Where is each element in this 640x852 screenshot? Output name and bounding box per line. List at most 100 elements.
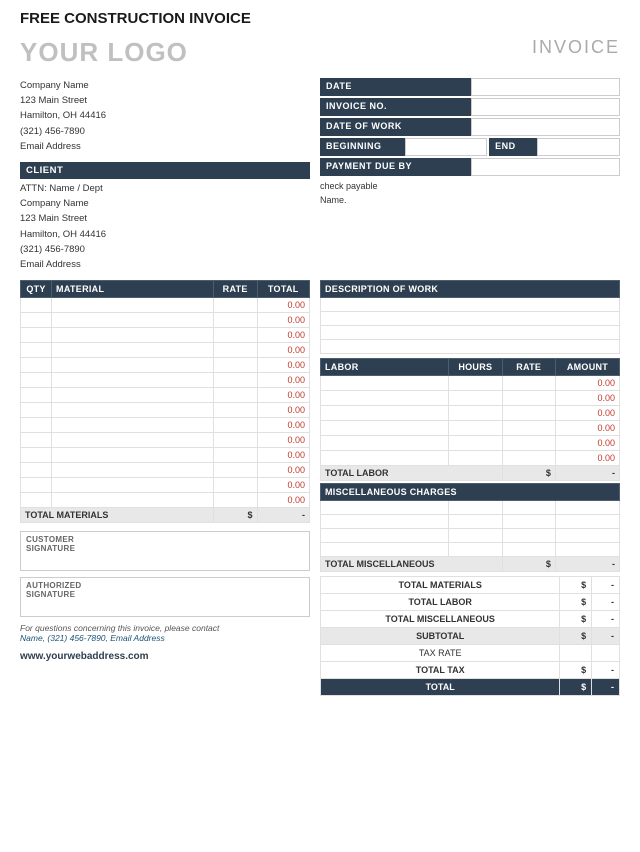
summary-row-totaltax: TOTAL TAX $ - <box>321 662 620 679</box>
labor-total-row: TOTAL LABOR $ - <box>321 466 620 481</box>
company-name: Company Name <box>20 78 310 93</box>
misc-total-row: TOTAL MISCELLANEOUS $ - <box>321 557 620 572</box>
footer-contact: Name, (321) 456-7890, Email Address <box>20 633 165 643</box>
table-row[interactable]: 0.00 <box>21 358 310 373</box>
materials-table: QTY MATERIAL RATE TOTAL 0.00 0.00 0.00 0… <box>20 280 310 523</box>
summary-row-subtotal: SUBTOTAL $ - <box>321 628 620 645</box>
table-row[interactable]: 0.00 <box>21 328 310 343</box>
payment-due-label: PAYMENT DUE BY <box>320 158 471 176</box>
company-address: Company Name 123 Main Street Hamilton, O… <box>20 78 310 154</box>
authorized-sig-label: AUTHORIZED <box>26 581 304 590</box>
client-email: Email Address <box>20 257 310 272</box>
table-row[interactable]: 0.00 <box>21 478 310 493</box>
rate-header: RATE <box>213 281 257 298</box>
table-row[interactable] <box>321 543 620 557</box>
beginning-value[interactable] <box>405 138 488 156</box>
client-city: Hamilton, OH 44416 <box>20 227 310 242</box>
customer-sig-label: CUSTOMER <box>26 535 304 544</box>
table-row[interactable]: 0.00 <box>321 391 620 406</box>
client-info: ATTN: Name / Dept Company Name 123 Main … <box>20 181 310 272</box>
total-header: TOTAL <box>257 281 309 298</box>
beginning-label: BEGINNING <box>320 138 405 156</box>
table-row[interactable]: 0.00 <box>21 373 310 388</box>
footer-url: www.yourwebaddress.com <box>20 651 310 662</box>
desc-row[interactable] <box>321 326 620 340</box>
page-title: FREE CONSTRUCTION INVOICE <box>20 10 620 27</box>
labor-table: LABOR HOURS RATE AMOUNT 0.00 0.00 0.00 0… <box>320 358 620 481</box>
customer-sig-sub: SIGNATURE <box>26 544 304 553</box>
payment-due-value[interactable] <box>471 158 620 176</box>
table-row[interactable] <box>321 529 620 543</box>
table-row[interactable]: 0.00 <box>321 376 620 391</box>
client-phone: (321) 456-7890 <box>20 242 310 257</box>
materials-section: QTY MATERIAL RATE TOTAL 0.00 0.00 0.00 0… <box>20 280 310 662</box>
labor-col-header: LABOR <box>321 359 449 376</box>
table-row[interactable]: 0.00 <box>21 448 310 463</box>
table-row[interactable]: 0.00 <box>21 298 310 313</box>
table-row[interactable]: 0.00 <box>21 493 310 508</box>
date-row: DATE <box>320 78 620 96</box>
table-row[interactable]: 0.00 <box>21 313 310 328</box>
invoice-no-value[interactable] <box>471 98 620 116</box>
table-row[interactable]: 0.00 <box>21 343 310 358</box>
date-of-work-label: DATE OF WORK <box>320 118 471 136</box>
table-row[interactable]: 0.00 <box>321 436 620 451</box>
invoice-no-label: INVOICE NO. <box>320 98 471 116</box>
payment-note2: Name. <box>320 194 620 208</box>
invoice-no-row: INVOICE NO. <box>320 98 620 116</box>
table-row[interactable]: 0.00 <box>321 421 620 436</box>
table-row[interactable]: 0.00 <box>321 406 620 421</box>
summary-row-labor: TOTAL LABOR $ - <box>321 594 620 611</box>
authorized-signature-box[interactable]: AUTHORIZED SIGNATURE <box>20 577 310 617</box>
payment-note: check payable Name. <box>320 180 620 207</box>
material-header: MATERIAL <box>52 281 214 298</box>
client-header: CLIENT <box>20 162 310 179</box>
company-email: Email Address <box>20 139 310 154</box>
desc-row[interactable] <box>321 298 620 312</box>
table-row[interactable]: 0.00 <box>21 463 310 478</box>
table-row[interactable]: 0.00 <box>21 388 310 403</box>
date-label: DATE <box>320 78 471 96</box>
company-street: 123 Main Street <box>20 93 310 108</box>
payment-due-row: PAYMENT DUE BY <box>320 158 620 176</box>
table-row[interactable]: 0.00 <box>321 451 620 466</box>
beginning-end-row: BEGINNING END <box>320 138 620 156</box>
amount-header: AMOUNT <box>555 359 619 376</box>
customer-signature-box[interactable]: CUSTOMER SIGNATURE <box>20 531 310 571</box>
client-attn: ATTN: Name / Dept <box>20 181 310 196</box>
client-name: Company Name <box>20 196 310 211</box>
invoice-label: INVOICE <box>532 37 620 58</box>
hours-col-header: HOURS <box>449 359 502 376</box>
date-value[interactable] <box>471 78 620 96</box>
client-street: 123 Main Street <box>20 211 310 226</box>
date-of-work-value[interactable] <box>471 118 620 136</box>
description-table: DESCRIPTION OF WORK <box>320 280 620 354</box>
desc-header: DESCRIPTION OF WORK <box>321 281 620 298</box>
footer-note: For questions concerning this invoice, p… <box>20 623 310 643</box>
desc-row[interactable] <box>321 340 620 354</box>
table-row[interactable]: 0.00 <box>21 418 310 433</box>
company-city: Hamilton, OH 44416 <box>20 108 310 123</box>
table-row[interactable] <box>321 501 620 515</box>
logo: YOUR LOGO <box>20 37 188 68</box>
summary-row-materials: TOTAL MATERIALS $ - <box>321 577 620 594</box>
authorized-sig-sub: SIGNATURE <box>26 590 304 599</box>
table-row[interactable]: 0.00 <box>21 403 310 418</box>
misc-table: MISCELLANEOUS CHARGES TOTAL MISCELLANEOU… <box>320 483 620 572</box>
summary-row-total: TOTAL $ - <box>321 679 620 696</box>
desc-row[interactable] <box>321 312 620 326</box>
misc-header: MISCELLANEOUS CHARGES <box>321 484 620 501</box>
payment-note1: check payable <box>320 180 620 194</box>
end-label: END <box>489 138 537 156</box>
summary-table: TOTAL MATERIALS $ - TOTAL LABOR $ - TOTA… <box>320 576 620 696</box>
table-row[interactable]: 0.00 <box>21 433 310 448</box>
end-value[interactable] <box>537 138 620 156</box>
table-row[interactable] <box>321 515 620 529</box>
date-of-work-row: DATE OF WORK <box>320 118 620 136</box>
labor-rate-header: RATE <box>502 359 555 376</box>
summary-row-taxrate: TAX RATE <box>321 645 620 662</box>
materials-total-row: TOTAL MATERIALS $ - <box>21 508 310 523</box>
summary-row-misc: TOTAL MISCELLANEOUS $ - <box>321 611 620 628</box>
right-section: DESCRIPTION OF WORK LABOR HOURS RATE AMO… <box>320 280 620 696</box>
qty-header: QTY <box>21 281 52 298</box>
